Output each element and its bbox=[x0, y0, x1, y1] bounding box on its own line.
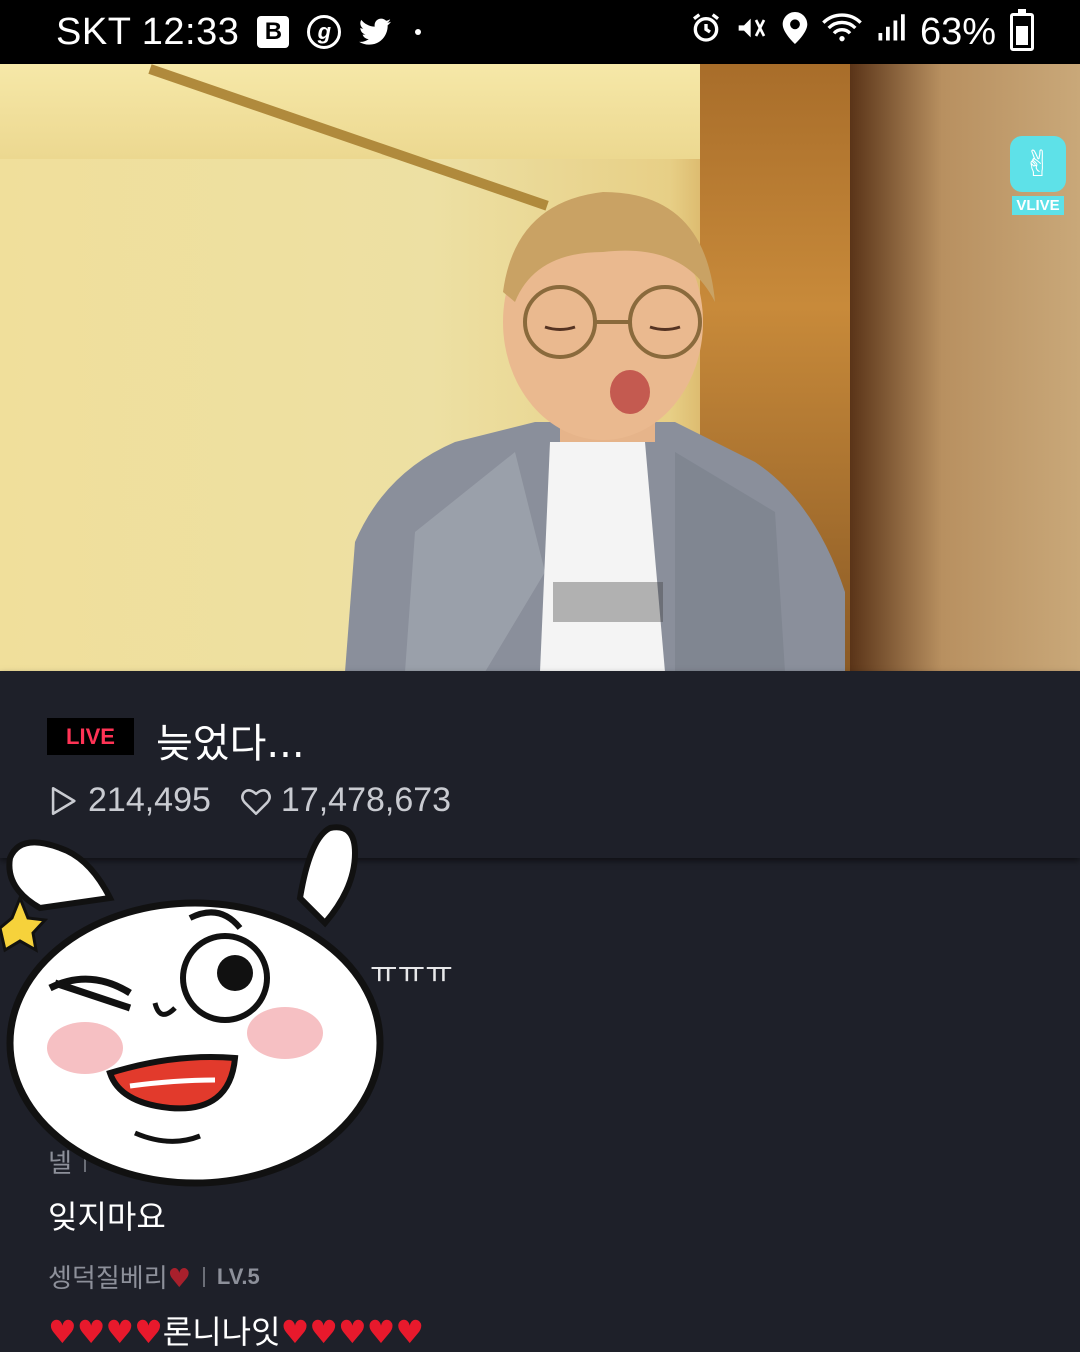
live-badge: LIVE bbox=[47, 718, 134, 755]
signal-icon bbox=[876, 12, 906, 52]
status-bar: SKT 12:33 B g 63% bbox=[0, 0, 1080, 64]
play-count-icon bbox=[51, 786, 76, 815]
live-video-player[interactable]: ✌ VLIVE bbox=[0, 64, 1080, 671]
clock-label: 12:33 bbox=[141, 10, 240, 53]
vlive-logo: ✌ VLIVE bbox=[1006, 136, 1070, 222]
heart-outline-icon bbox=[240, 788, 271, 815]
broadcast-stats: 214,495 17,478,673 bbox=[46, 781, 451, 820]
battery-icon bbox=[1010, 9, 1034, 51]
vlive-logo-label: VLIVE bbox=[1012, 196, 1064, 215]
alarm-icon bbox=[690, 12, 722, 52]
status-carrier-time: SKT 12:33 bbox=[56, 11, 239, 54]
chat-separator bbox=[202, 1266, 205, 1287]
battery-percent: 63% bbox=[919, 10, 996, 53]
band-app-icon: B bbox=[257, 16, 290, 48]
chat-user-level: LV.5 bbox=[216, 1263, 260, 1289]
chat-message: 셍덕질베리♥ LV.5 ♥♥♥♥론니나잇♥♥♥♥♥ bbox=[48, 1258, 424, 1352]
location-icon bbox=[782, 12, 808, 52]
play-count: 214,495 bbox=[88, 781, 211, 819]
streamer-figure bbox=[345, 192, 845, 671]
like-count: 17,478,673 bbox=[280, 781, 452, 819]
wifi-icon bbox=[822, 12, 862, 52]
twitter-icon bbox=[359, 16, 392, 48]
vibrate-mute-icon bbox=[736, 12, 768, 52]
broadcast-title: 늦었다... bbox=[156, 721, 305, 767]
winking-character-sticker bbox=[0, 824, 384, 1187]
chat-text: ♥♥♥♥론니나잇♥♥♥♥♥ bbox=[48, 1313, 424, 1351]
vlive-v-icon: ✌ bbox=[1010, 136, 1066, 192]
g-app-icon: g bbox=[307, 15, 342, 49]
carrier-label: SKT bbox=[56, 10, 131, 53]
chat-username: 셍덕질베리♥ bbox=[48, 1264, 191, 1294]
chat-text: 잊지마요 bbox=[48, 1198, 166, 1236]
notification-dot-icon bbox=[415, 29, 422, 35]
